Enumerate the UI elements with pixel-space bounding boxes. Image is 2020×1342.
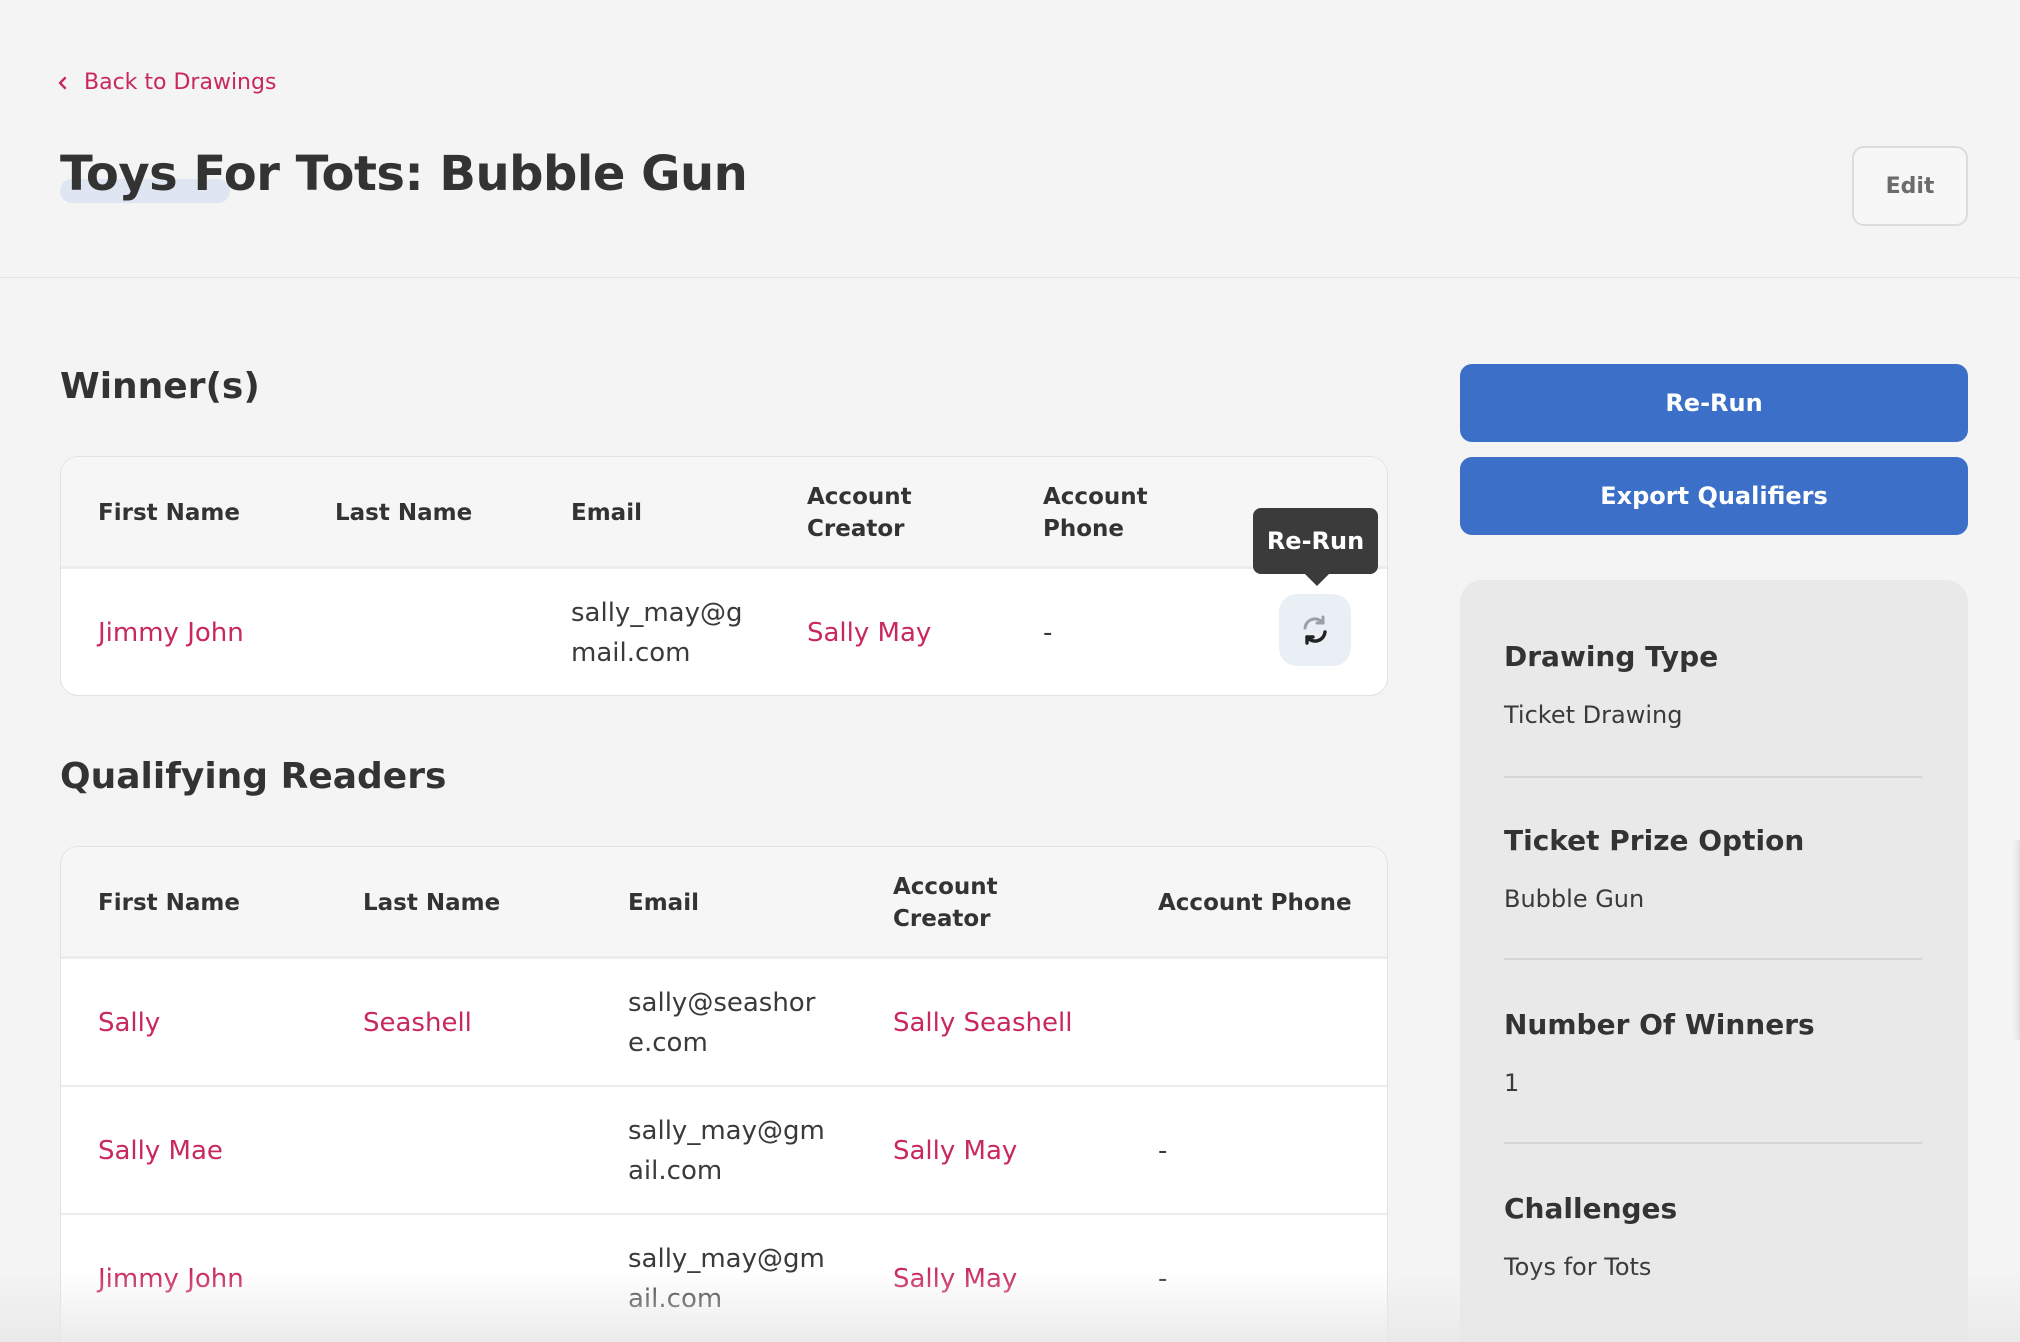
qualifier-first-name[interactable]: Jimmy John [98, 1259, 244, 1299]
detail-label: Drawing Type [1504, 640, 1719, 673]
winners-table-header: First Name Last Name Email Account Creat… [61, 457, 1387, 569]
divider [1504, 776, 1922, 778]
qualifier-account-creator[interactable]: Sally May [893, 1259, 1017, 1299]
rerun-button[interactable]: Re-Run [1460, 364, 1968, 442]
detail-value: 1 [1504, 1069, 1520, 1097]
winners-section-title: Winner(s) [60, 366, 260, 407]
page-header: Back to Drawings Toys For Tots: Bubble G… [0, 0, 2020, 278]
detail-number-of-winners: Number Of Winners 1 [1504, 1008, 1922, 1097]
detail-label: Challenges [1504, 1192, 1678, 1225]
back-link-label: Back to Drawings [84, 70, 277, 95]
detail-drawing-type: Drawing Type Ticket Drawing [1504, 640, 1922, 729]
qualifier-email: sally@seashore.com [628, 988, 816, 1058]
refresh-icon [1303, 615, 1327, 645]
qualifier-first-name[interactable]: Sally [98, 1003, 160, 1043]
column-header-account-creator: Account Creator [807, 484, 912, 542]
qualifying-readers-table: First Name Last Name Email Account Creat… [60, 846, 1388, 1342]
tooltip-arrow [1303, 572, 1331, 586]
column-header-email: Email [571, 500, 642, 526]
qualifier-email: sally_may@gmail.com [628, 1116, 825, 1186]
detail-value: Bubble Gun [1504, 885, 1645, 913]
column-header-first-name: First Name [98, 500, 240, 526]
title-wrap: Toys For Tots: Bubble Gun [60, 146, 748, 203]
column-header-account-phone: Account Phone [1043, 484, 1148, 542]
column-header-account-creator: Account Creator [893, 874, 998, 932]
back-to-drawings-link[interactable]: Back to Drawings [56, 70, 276, 95]
winner-first-name[interactable]: Jimmy John [98, 613, 244, 653]
table-row: Sally Seashell sally@seashore.com Sally … [61, 959, 1387, 1087]
detail-ticket-prize-option: Ticket Prize Option Bubble Gun [1504, 824, 1922, 913]
column-header-last-name: Last Name [335, 500, 473, 526]
page-title: Toys For Tots: Bubble Gun [60, 146, 748, 202]
column-header-last-name: Last Name [363, 890, 501, 916]
winner-account-creator[interactable]: Sally May [807, 613, 931, 653]
table-row: Sally Mae sally_may@gmail.com Sally May … [61, 1087, 1387, 1215]
winner-account-phone: - [1043, 618, 1053, 648]
qualifier-email: sally_may@gmail.com [628, 1244, 825, 1314]
detail-value: Ticket Drawing [1504, 701, 1683, 729]
chevron-left-icon [58, 76, 67, 89]
edit-button[interactable]: Edit [1852, 146, 1968, 226]
qualifier-first-name[interactable]: Sally Mae [98, 1131, 223, 1171]
winners-table: First Name Last Name Email Account Creat… [60, 456, 1388, 696]
table-row: Jimmy John sally_may@gmail.com Sally May… [61, 569, 1387, 695]
detail-value: Toys for Tots [1504, 1253, 1652, 1281]
scroll-edge-shadow [2012, 840, 2020, 1040]
qualifier-account-creator[interactable]: Sally Seashell [893, 1003, 1072, 1043]
detail-label: Ticket Prize Option [1504, 824, 1805, 857]
column-header-first-name: First Name [98, 890, 240, 916]
winner-email: sally_may@gmail.com [571, 598, 743, 668]
drawing-detail-page: Back to Drawings Toys For Tots: Bubble G… [0, 0, 2020, 1342]
rerun-winner-button[interactable] [1279, 594, 1351, 666]
qualifier-last-name[interactable]: Seashell [363, 1003, 472, 1043]
table-row: Jimmy John sally_may@gmail.com Sally May… [61, 1215, 1387, 1342]
export-qualifiers-button[interactable]: Export Qualifiers [1460, 457, 1968, 535]
divider [1504, 958, 1922, 960]
rerun-tooltip: Re-Run [1253, 508, 1378, 574]
drawing-details-panel: Drawing Type Ticket Drawing Ticket Prize… [1460, 580, 1968, 1342]
qualifier-account-phone: - [1158, 1264, 1168, 1294]
column-header-email: Email [628, 890, 699, 916]
qualifiers-table-header: First Name Last Name Email Account Creat… [61, 847, 1387, 959]
detail-label: Number Of Winners [1504, 1008, 1815, 1041]
qualifying-readers-title: Qualifying Readers [60, 756, 447, 797]
qualifier-account-phone: - [1158, 1136, 1168, 1166]
divider [1504, 1142, 1922, 1144]
detail-challenges: Challenges Toys for Tots [1504, 1192, 1922, 1281]
column-header-account-phone: Account Phone [1158, 890, 1352, 916]
qualifier-account-creator[interactable]: Sally May [893, 1131, 1017, 1171]
